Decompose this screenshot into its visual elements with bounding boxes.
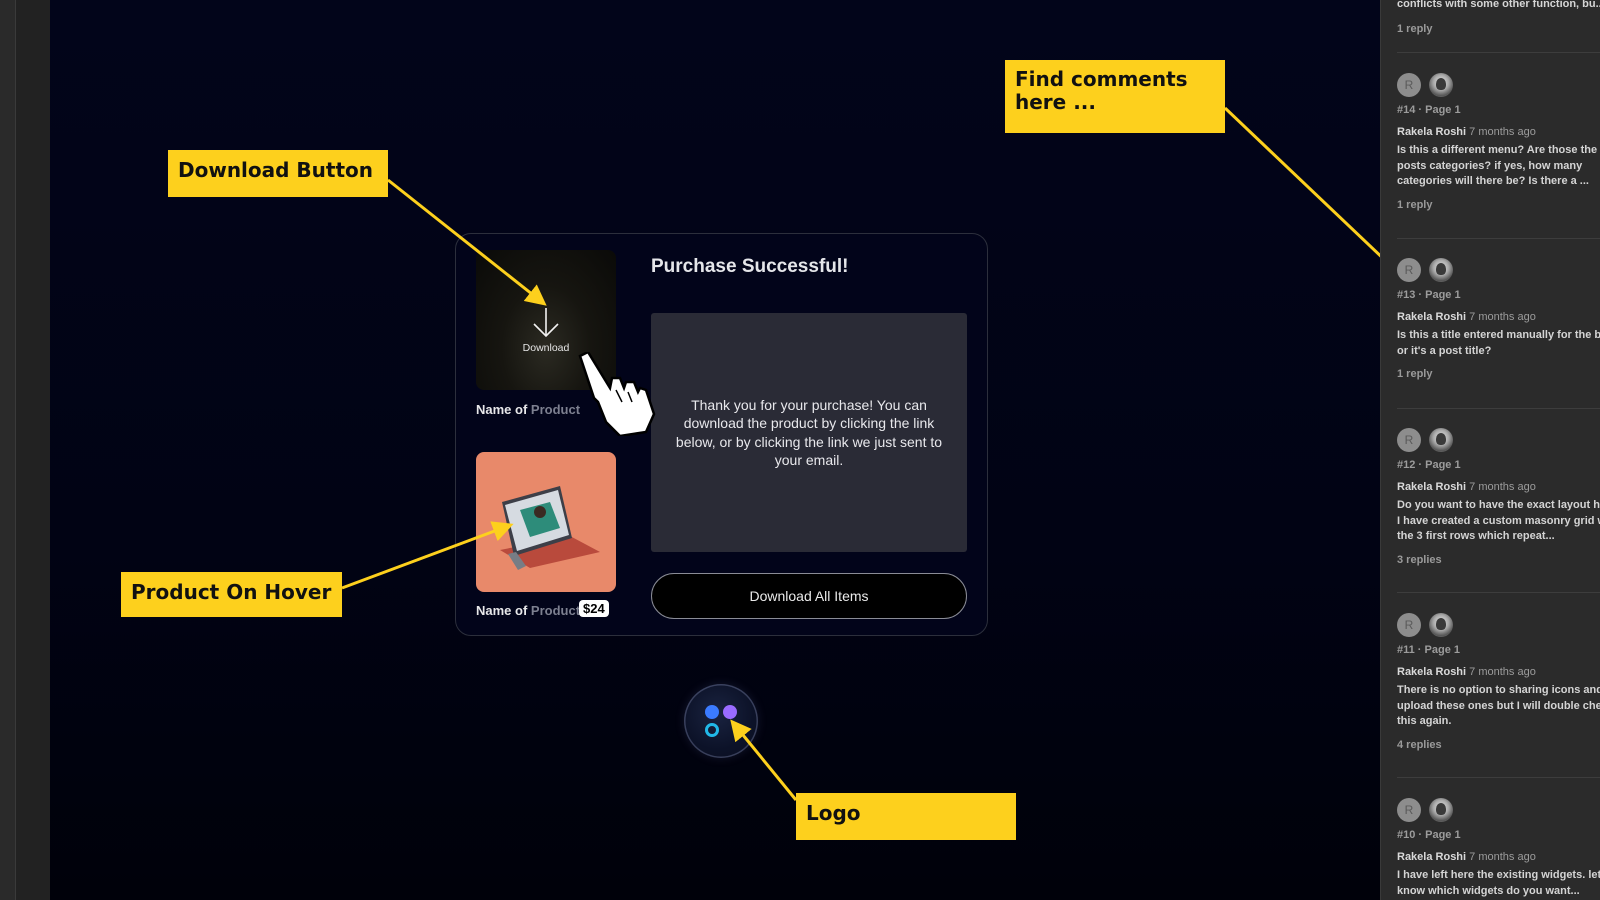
comment-replies-link[interactable]: 4 replies — [1397, 739, 1600, 751]
left-edge-panel — [0, 0, 16, 900]
comment-item[interactable]: R #11 · Page 1 Rakela Roshi 7 months ago… — [1397, 613, 1600, 751]
comment-body: Do you want to have the exact layout her… — [1397, 499, 1600, 542]
comment-item[interactable]: R #10 · Page 1 Rakela Roshi 7 months ago… — [1397, 798, 1600, 899]
download-arrow-icon — [533, 308, 559, 338]
divider — [1397, 238, 1600, 239]
purchase-success-card: Download Name of Product Name of Product… — [455, 233, 988, 636]
comment-author: Rakela Roshi — [1397, 851, 1467, 863]
logo-dot-purple-icon — [723, 705, 737, 719]
comment-body-partial: conflicts with some other function, bu..… — [1397, 0, 1600, 10]
comment-time: 7 months ago — [1469, 126, 1536, 138]
divider — [1397, 592, 1600, 593]
comment-id: #11 · Page 1 — [1397, 644, 1460, 656]
comment-item[interactable]: R #14 · Page 1 Rakela Roshi 7 months ago… — [1397, 73, 1600, 211]
comment-author: Rakela Roshi — [1397, 481, 1467, 493]
avatar-initial: R — [1397, 428, 1421, 452]
comment-author: Rakela Roshi — [1397, 666, 1467, 678]
comment-author: Rakela Roshi — [1397, 126, 1467, 138]
divider — [1397, 408, 1600, 409]
comment-replies-link[interactable]: 1 reply — [1397, 199, 1600, 211]
divider — [1397, 52, 1600, 53]
product-name-rest: Product — [530, 402, 581, 417]
price-badge: $24 — [579, 600, 609, 617]
comment-time: 7 months ago — [1469, 481, 1536, 493]
comment-id: #10 · Page 1 — [1397, 829, 1461, 841]
comment-body: There is no option to sharing icons and … — [1397, 684, 1600, 727]
avatar-initial: R — [1397, 613, 1421, 637]
comment-item[interactable]: R #12 · Page 1 Rakela Roshi 7 months ago… — [1397, 428, 1600, 566]
product-name-prefix: Name of — [476, 402, 531, 417]
pointer-hand-cursor-icon — [578, 352, 656, 436]
avatar-photo — [1429, 428, 1453, 452]
purchase-message: Thank you for your purchase! You can dow… — [675, 396, 943, 469]
comment-body: I have left here the existing widgets. l… — [1397, 869, 1600, 897]
comments-sidebar: conflicts with some other function, bu..… — [1380, 0, 1600, 900]
annotation-download-button: Download Button — [168, 150, 388, 197]
divider — [1397, 777, 1600, 778]
product-name: Name of Product — [476, 603, 586, 618]
logo-dot-blue-icon — [705, 705, 719, 719]
left-toolbar — [16, 0, 50, 900]
comment-id: #13 · Page 1 — [1397, 289, 1461, 301]
comment-replies-link[interactable]: 1 reply — [1397, 368, 1600, 380]
comment-time: 7 months ago — [1469, 666, 1536, 678]
avatar-photo — [1429, 798, 1453, 822]
comment-id: #12 · Page 1 — [1397, 459, 1461, 471]
annotation-product-on-hover: Product On Hover — [121, 572, 342, 617]
avatar-photo — [1429, 258, 1453, 282]
avatar-photo — [1429, 73, 1453, 97]
comment-body: Is this a different menu? Are those the … — [1397, 144, 1598, 187]
avatar-initial: R — [1397, 73, 1421, 97]
avatar-initial: R — [1397, 798, 1421, 822]
comment-body: Is this a title entered manually for the… — [1397, 329, 1600, 357]
avatar-initial: R — [1397, 258, 1421, 282]
product-thumbnail[interactable] — [476, 452, 616, 592]
avatar-photo — [1429, 613, 1453, 637]
download-label: Download — [522, 342, 570, 354]
tablet-product-image — [500, 486, 600, 570]
comment-item[interactable]: R #13 · Page 1 Rakela Roshi 7 months ago… — [1397, 258, 1600, 380]
purchase-message-box: Thank you for your purchase! You can dow… — [651, 313, 967, 552]
product-name-prefix: Name of — [476, 603, 531, 618]
app-logo[interactable] — [684, 684, 758, 758]
comment-author: Rakela Roshi — [1397, 311, 1467, 323]
purchase-title: Purchase Successful! — [651, 256, 849, 277]
annotation-logo: Logo — [796, 793, 1016, 840]
annotation-find-comments: Find comments here ... — [1005, 60, 1225, 133]
product-name: Name of Product — [476, 402, 586, 417]
download-all-button[interactable]: Download All Items — [651, 573, 967, 619]
comment-replies-link[interactable]: 3 replies — [1397, 554, 1600, 566]
comment-replies-link[interactable]: 1 reply — [1397, 23, 1432, 35]
product-name-rest: Product — [530, 603, 581, 618]
comment-time: 7 months ago — [1469, 851, 1536, 863]
comment-time: 7 months ago — [1469, 311, 1536, 323]
logo-ring-cyan-icon — [705, 723, 719, 737]
comment-id: #14 · Page 1 — [1397, 104, 1461, 116]
